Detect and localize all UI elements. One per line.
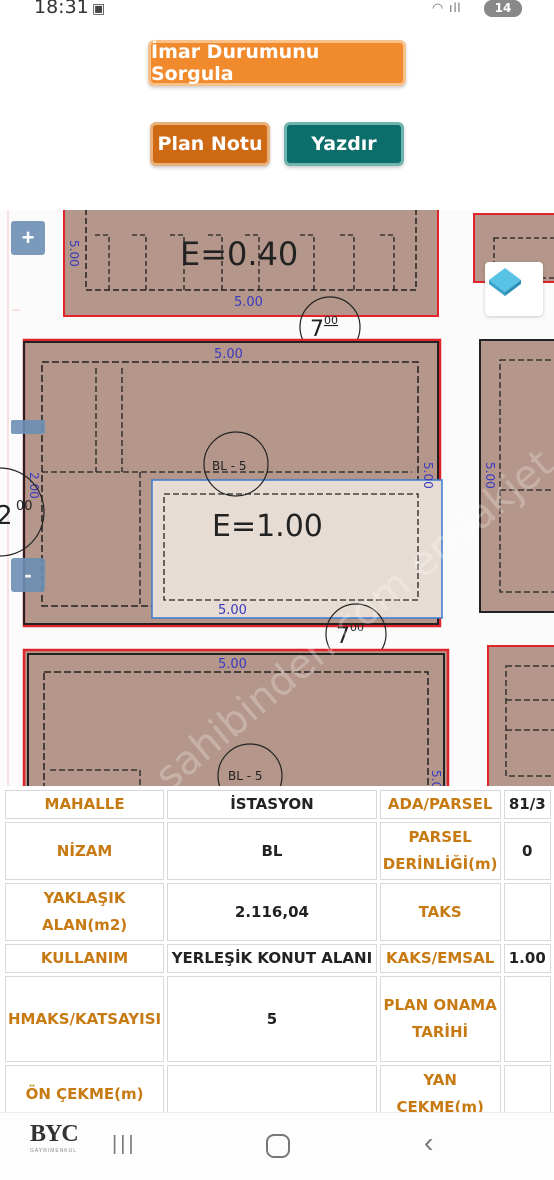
hmaks-value: 5 [167, 976, 377, 1062]
kullanim-value: YERLEŞİK KONUT ALANI [167, 944, 377, 973]
recent-apps-icon[interactable]: ||| [112, 1133, 137, 1156]
density-label-top: E=0.40 [180, 235, 298, 273]
bl-zone-label: BL - 5 [228, 769, 263, 783]
status-bar: 18:31 ▣ ◠ ıll 14 [0, 0, 554, 22]
system-nav-bar: BYC GAYRIMENKUL ||| ‹ [0, 1112, 554, 1180]
setback-label: 5.00 [214, 347, 243, 362]
ada-parsel-value: 81/3 [503, 790, 551, 819]
layers-button[interactable] [485, 262, 543, 316]
home-icon[interactable] [266, 1134, 290, 1158]
nizam-label: NİZAM [5, 822, 165, 880]
plan-note-button[interactable]: Plan Notu [150, 122, 270, 166]
ada-parsel-label: ADA/PARSEL [379, 790, 501, 819]
mahalle-label: MAHALLE [5, 790, 165, 819]
road-width-sup: 00 [324, 314, 338, 327]
taks-value [503, 883, 551, 941]
table-row: YAKLAŞIK ALAN(m2) 2.116,04 TAKS [5, 883, 551, 941]
alan-value: 2.116,04 [167, 883, 377, 941]
table-row: HMAKS/KATSAYISI 5 PLAN ONAMA TARİHİ [5, 976, 551, 1062]
on-cekme-label: ÖN ÇEKME(m) [5, 1065, 165, 1113]
screen-record-icon: ▣ [92, 0, 106, 16]
zoom-in-button[interactable]: + [11, 221, 45, 255]
logo-subtext: GAYRIMENKUL [30, 1148, 78, 1154]
zoning-map-canvas[interactable]: E=0.40 5.00 5.00 7 00 BL - 5 E=1.00 5.00… [0, 210, 554, 786]
plan-onama-label: PLAN ONAMA TARİHİ [379, 976, 501, 1062]
road-width-sup: 00 [16, 499, 33, 514]
road-width-label: 2 [0, 501, 13, 531]
setback-label: 2.00 [27, 472, 41, 499]
setback-label: 5.00 [421, 462, 435, 489]
yan-cekme-value [503, 1065, 551, 1113]
kaks-emsal-value: 1.00 [503, 944, 551, 973]
table-row: ÖN ÇEKME(m) YAN ÇEKME(m) [5, 1065, 551, 1113]
setback-label: 5.00 [67, 240, 81, 267]
battery-icon: 14 [484, 0, 522, 17]
zoom-slider-handle[interactable] [11, 420, 45, 434]
zoning-info-table: MAHALLE İSTASYON ADA/PARSEL 81/3 NİZAM B… [2, 787, 554, 1113]
wifi-signal-icon: ◠ ıll [432, 0, 462, 15]
setback-label: 5.00 [218, 657, 247, 672]
yan-cekme-label: YAN ÇEKME(m) [379, 1065, 501, 1113]
zoning-map[interactable]: E=0.40 5.00 5.00 7 00 BL - 5 E=1.00 5.00… [0, 210, 554, 786]
mahalle-value: İSTASYON [167, 790, 377, 819]
on-cekme-value [167, 1065, 377, 1113]
alan-label: YAKLAŞIK ALAN(m2) [5, 883, 165, 941]
density-label-main: E=1.00 [212, 509, 323, 544]
imar-query-button[interactable]: İmar Durumunu Sorgula [148, 40, 406, 86]
hmaks-label: HMAKS/KATSAYISI [5, 976, 165, 1062]
parsel-derinligi-label: PARSEL DERİNLİĞİ(m) [379, 822, 501, 880]
setback-label: 5.00 [429, 770, 443, 786]
byc-logo: BYC GAYRIMENKUL [30, 1121, 86, 1165]
plan-onama-value [503, 976, 551, 1062]
print-button[interactable]: Yazdır [284, 122, 404, 166]
status-time: 18:31 [34, 0, 89, 18]
zoom-out-button[interactable]: - [11, 558, 45, 592]
table-row: NİZAM BL PARSEL DERİNLİĞİ(m) 0 [5, 822, 551, 880]
bl-zone-label: BL - 5 [212, 459, 247, 473]
table-row: MAHALLE İSTASYON ADA/PARSEL 81/3 [5, 790, 551, 819]
back-icon[interactable]: ‹ [424, 1127, 433, 1159]
nizam-value: BL [167, 822, 377, 880]
setback-label: 5.00 [234, 295, 263, 310]
parcel-block-bottom-right [487, 645, 554, 786]
table-row: KULLANIM YERLEŞİK KONUT ALANI KAKS/EMSAL… [5, 944, 551, 973]
parsel-derinligi-value: 0 [503, 822, 551, 880]
road-width-label: 7 [310, 317, 324, 342]
kaks-emsal-label: KAKS/EMSAL [379, 944, 501, 973]
setback-label: 5.00 [218, 603, 247, 618]
taks-label: TAKS [379, 883, 501, 941]
layers-icon [489, 268, 521, 296]
logo-text: BYC [30, 1121, 79, 1147]
kullanim-label: KULLANIM [5, 944, 165, 973]
